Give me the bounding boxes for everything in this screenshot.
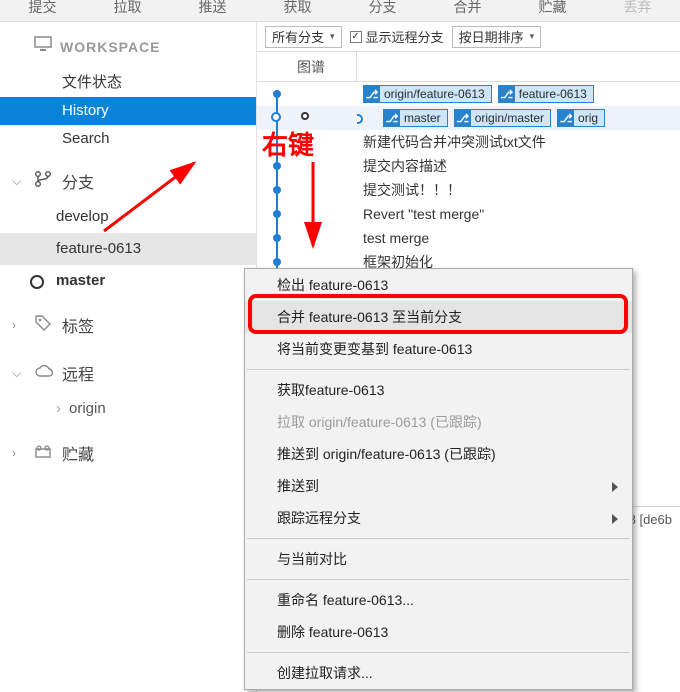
chevron-down-icon: ⌵ <box>12 366 26 381</box>
ctx-delete[interactable]: 删除 feature-0613 <box>245 616 632 648</box>
commit-row[interactable]: ⎇ origin/feature-0613 ⎇ feature-0613 <box>257 82 680 106</box>
context-menu: 检出 feature-0613 合并 feature-0613 至当前分支 将当… <box>244 268 633 690</box>
top-toolbar: 提交 拉取 推送 获取 分支 合并 贮藏 丢弃 <box>0 0 680 22</box>
ref-tag-master[interactable]: ⎇ master <box>383 109 448 127</box>
tb-push[interactable]: 推送 <box>170 0 255 21</box>
ctx-rebase[interactable]: 将当前变更变基到 feature-0613 <box>245 333 632 365</box>
section-stashes[interactable]: › 贮藏 <box>0 425 256 473</box>
ctx-push-to[interactable]: 推送到 origin/feature-0613 (已跟踪) <box>245 438 632 470</box>
graph-col-graph[interactable]: 图谱 <box>257 52 357 81</box>
ref-tag-label: origin/master <box>475 111 550 125</box>
commit-msg: 提交内容描述 <box>357 156 680 176</box>
monitor-icon <box>34 36 52 57</box>
ref-tag-orig[interactable]: ⎇ orig <box>557 109 605 127</box>
ctx-track[interactable]: 跟踪远程分支 <box>245 502 632 534</box>
remote-origin-label: origin <box>69 400 106 417</box>
ctx-separator <box>247 369 630 370</box>
remote-origin[interactable]: › origin <box>0 393 256 425</box>
ref-tag-label: origin/feature-0613 <box>384 87 491 101</box>
chevron-right-icon: › <box>56 400 61 417</box>
ctx-separator <box>247 652 630 653</box>
ctx-fetch[interactable]: 获取feature-0613 <box>245 374 632 406</box>
commit-msg: 新建代码合并冲突测试txt文件 <box>357 132 680 152</box>
section-tags[interactable]: › 标签 <box>0 297 256 345</box>
commit-row[interactable]: Revert "test merge" <box>257 202 680 226</box>
cloud-icon <box>34 364 54 383</box>
sidebar: WORKSPACE 文件状态 History Search ⌵ 分支 devel… <box>0 22 257 692</box>
ctx-separator <box>247 538 630 539</box>
ctx-pr[interactable]: 创建拉取请求... <box>245 657 632 689</box>
section-stashes-label: 贮藏 <box>62 441 94 465</box>
sort-label: 按日期排序 <box>459 27 524 46</box>
tb-stash[interactable]: 贮藏 <box>510 0 595 21</box>
commit-row[interactable]: 新建代码合并冲突测试txt文件 <box>257 130 680 154</box>
ref-tag-feature[interactable]: ⎇ feature-0613 <box>498 85 594 103</box>
ctx-push-submenu[interactable]: 推送到 <box>245 470 632 502</box>
chevron-down-icon: ⌵ <box>12 174 26 189</box>
ctx-checkout[interactable]: 检出 feature-0613 <box>245 269 632 301</box>
graph-col-desc[interactable] <box>357 52 680 81</box>
head-indicator-icon <box>357 114 363 124</box>
tb-discard[interactable]: 丢弃 <box>595 0 680 21</box>
sort-combo[interactable]: 按日期排序 ▾ <box>452 26 542 48</box>
commit-row[interactable]: 提交内容描述 <box>257 154 680 178</box>
ref-tag-label: orig <box>578 111 604 125</box>
nav-history[interactable]: History <box>0 97 256 125</box>
tb-pull[interactable]: 拉取 <box>85 0 170 21</box>
tb-fetch[interactable]: 获取 <box>255 0 340 21</box>
ctx-merge[interactable]: 合并 feature-0613 至当前分支 <box>245 301 632 333</box>
local-branch-icon: ⎇ <box>384 110 400 126</box>
workspace-header: WORKSPACE <box>0 22 256 69</box>
tag-icon <box>34 314 54 337</box>
branch-develop[interactable]: develop <box>0 201 256 233</box>
remote-branch-icon: ⎇ <box>455 110 471 126</box>
section-tags-label: 标签 <box>62 313 94 337</box>
ref-tag-label: master <box>404 111 447 125</box>
ctx-rename[interactable]: 重命名 feature-0613... <box>245 584 632 616</box>
tb-commit[interactable]: 提交 <box>0 0 85 21</box>
commit-row[interactable]: test merge <box>257 226 680 250</box>
chevron-down-icon: ▾ <box>330 31 335 42</box>
section-remotes[interactable]: ⌵ 远程 <box>0 345 256 393</box>
nav-search[interactable]: Search <box>0 125 256 153</box>
branch-master[interactable]: master <box>0 265 256 297</box>
commit-msg: test merge <box>357 230 680 246</box>
show-remote-label: 显示远程分支 <box>366 27 444 46</box>
chevron-down-icon: ▾ <box>530 31 535 42</box>
graph-header: 图谱 <box>257 52 680 82</box>
ref-tag-label: feature-0613 <box>519 87 593 101</box>
workspace-label: WORKSPACE <box>60 39 161 55</box>
ref-tag-origin-feature[interactable]: ⎇ origin/feature-0613 <box>363 85 492 103</box>
commit-rows: ⎇ origin/feature-0613 ⎇ feature-0613 ⎇ mast… <box>257 82 680 298</box>
chevron-right-icon: › <box>12 446 26 460</box>
show-remote-checkbox[interactable]: ✓ 显示远程分支 <box>350 27 444 46</box>
local-branch-icon: ⎇ <box>499 86 515 102</box>
stash-icon <box>34 444 54 463</box>
branch-icon <box>34 170 54 193</box>
ctx-separator <box>247 579 630 580</box>
ctx-pull: 拉取 origin/feature-0613 (已跟踪) <box>245 406 632 438</box>
chevron-right-icon: › <box>12 318 26 332</box>
section-branches[interactable]: ⌵ 分支 <box>0 153 256 201</box>
remote-branch-icon: ⎇ <box>364 86 380 102</box>
tb-branch[interactable]: 分支 <box>340 0 425 21</box>
section-remotes-label: 远程 <box>62 361 94 385</box>
filter-branch-combo[interactable]: 所有分支 ▾ <box>265 26 342 48</box>
commit-msg: Revert "test merge" <box>357 206 680 222</box>
filters-bar: 所有分支 ▾ ✓ 显示远程分支 按日期排序 ▾ <box>257 22 680 52</box>
commit-row-current[interactable]: ⎇ master ⎇ origin/master ⎇ orig <box>257 106 680 130</box>
remote-branch-icon: ⎇ <box>558 110 574 126</box>
checkbox-icon: ✓ <box>350 31 362 43</box>
commit-msg: 提交测试！！！ <box>357 180 680 200</box>
section-branches-label: 分支 <box>62 169 94 193</box>
branch-feature-0613[interactable]: feature-0613 <box>0 233 256 265</box>
commit-row[interactable]: 提交测试！！！ <box>257 178 680 202</box>
nav-file-state[interactable]: 文件状态 <box>0 69 256 97</box>
tb-merge[interactable]: 合并 <box>425 0 510 21</box>
ref-tag-origin-master[interactable]: ⎇ origin/master <box>454 109 551 127</box>
filter-branch-label: 所有分支 <box>272 27 324 46</box>
ctx-diff[interactable]: 与当前对比 <box>245 543 632 575</box>
